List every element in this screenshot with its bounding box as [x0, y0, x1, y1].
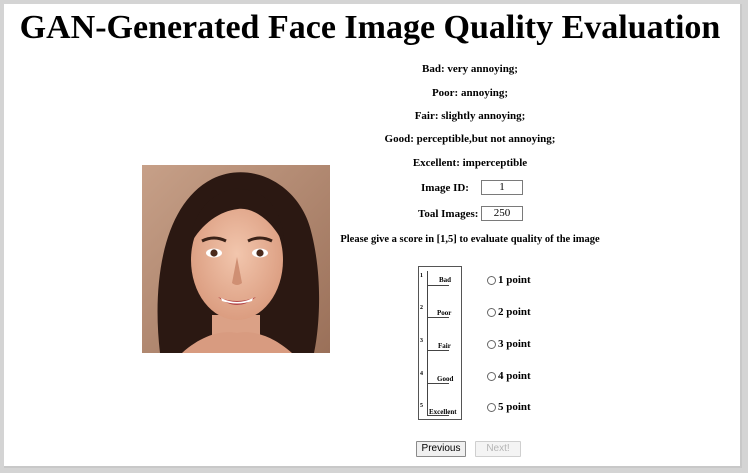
scale-tick-1: 1 — [420, 273, 423, 279]
next-button[interactable]: Next! — [475, 441, 521, 457]
legend-bad: Bad: very annoying; — [422, 63, 518, 75]
radio-3-point[interactable] — [487, 339, 496, 349]
scale-divider — [427, 383, 449, 384]
quality-scale-diagram: 1 2 3 4 5 Bad Poor Fair Good Excellent — [418, 266, 462, 420]
option-3-point[interactable]: 3 point — [487, 337, 531, 351]
page-title: GAN-Generated Face Image Quality Evaluat… — [19, 9, 721, 46]
total-images-field[interactable]: 250 — [481, 206, 523, 221]
option-5-label: 5 point — [498, 401, 531, 413]
option-3-label: 3 point — [498, 338, 531, 350]
image-id-field[interactable]: 1 — [481, 180, 523, 195]
option-4-label: 4 point — [498, 370, 531, 382]
previous-button[interactable]: Previous — [416, 441, 466, 457]
radio-2-point[interactable] — [487, 307, 496, 317]
scale-tick-5: 5 — [420, 403, 423, 409]
scale-tick-2: 2 — [420, 305, 423, 311]
option-1-point[interactable]: 1 point — [487, 273, 531, 287]
scale-divider — [427, 317, 449, 318]
scale-divider — [427, 285, 449, 286]
scale-label-bad: Bad — [439, 276, 452, 284]
scale-label-excellent: Excellent — [429, 408, 457, 416]
legend-good: Good: perceptible,but not annoying; — [384, 133, 556, 145]
option-4-point[interactable]: 4 point — [487, 369, 531, 383]
scale-label-good: Good — [437, 375, 454, 383]
legend-fair: Fair: slightly annoying; — [414, 110, 526, 122]
image-id-label: Image ID: — [421, 182, 469, 194]
radio-4-point[interactable] — [487, 371, 496, 381]
scale-tick-3: 3 — [420, 338, 423, 344]
scale-label-fair: Fair — [438, 342, 451, 350]
scale-label-poor: Poor — [437, 309, 452, 317]
option-2-label: 2 point — [498, 306, 531, 318]
radio-5-point[interactable] — [487, 402, 496, 412]
option-2-point[interactable]: 2 point — [487, 305, 531, 319]
radio-1-point[interactable] — [487, 275, 496, 285]
score-prompt: Please give a score in [1,5] to evaluate… — [340, 234, 600, 245]
option-1-label: 1 point — [498, 274, 531, 286]
legend-poor: Poor: annoying; — [431, 87, 509, 99]
option-5-point[interactable]: 5 point — [487, 400, 531, 414]
total-images-label: Toal Images: — [418, 208, 479, 220]
face-image — [142, 165, 330, 353]
legend-excellent: Excellent: imperceptible — [412, 157, 528, 169]
scale-tick-4: 4 — [420, 371, 423, 377]
scale-divider — [427, 350, 449, 351]
scale-axis — [427, 271, 428, 415]
